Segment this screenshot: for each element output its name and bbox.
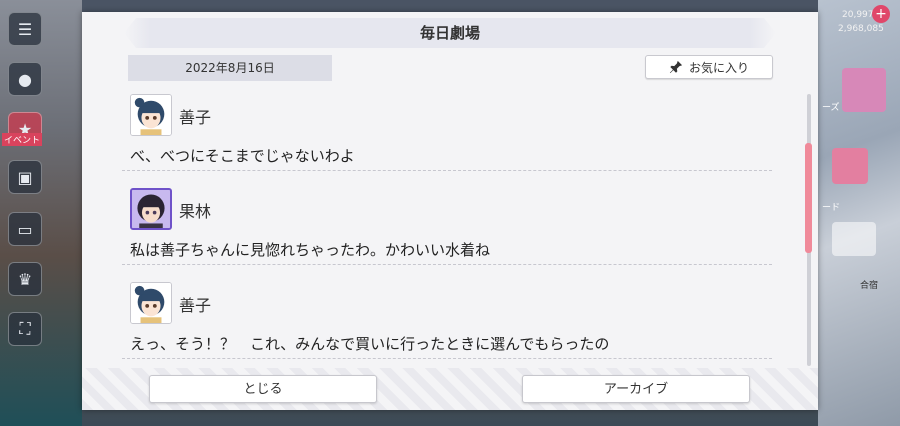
date-label: 2022年8月16日 xyxy=(128,55,332,81)
pin-icon xyxy=(669,60,683,74)
add-currency-button[interactable]: + xyxy=(872,5,890,23)
message-item: 善子 えっ、そう！？ これ、みんなで買いに行ったときに選んでもらったの xyxy=(122,280,772,370)
left-sidebar: ☰ ● ★ イベント ▣ ▭ ♛ ⛶ xyxy=(0,0,82,426)
yoshiko-avatar xyxy=(130,94,172,136)
event-banner[interactable] xyxy=(842,68,886,112)
message-item: 果林 私は善子ちゃんに見惚れちゃったわ。かわいい水着ね xyxy=(122,186,772,280)
message-divider xyxy=(122,170,772,171)
menu-icon[interactable]: ☰ xyxy=(8,12,42,46)
event-tag: イベント xyxy=(2,133,43,146)
right-panel: 20,997 2,968,085 ーズ ード 合宿 + xyxy=(818,0,900,426)
close-button[interactable]: とじる xyxy=(149,375,377,403)
message-text: えっ、そう！？ これ、みんなで買いに行ったときに選んでもらったの xyxy=(130,335,610,353)
currency-1: 20,997 xyxy=(842,10,874,20)
favorite-button[interactable]: お気に入り xyxy=(645,55,773,79)
yoshiko-avatar xyxy=(130,282,172,324)
speaker-name: 善子 xyxy=(179,108,212,127)
message-divider xyxy=(122,358,772,359)
gift-icon[interactable]: ▣ xyxy=(8,160,42,194)
chat-icon[interactable]: ● xyxy=(8,62,42,96)
fullscreen-icon[interactable]: ⛶ xyxy=(8,312,42,346)
shoe-tile[interactable] xyxy=(832,222,876,256)
right-tag-3: 合宿 xyxy=(860,281,879,291)
daily-theater-dialog: 毎日劇場 2022年8月16日 お気に入り 善子 べ、べつにそこまでじゃないわよ… xyxy=(82,12,818,410)
archive-button[interactable]: アーカイブ xyxy=(522,375,750,403)
currency-2: 2,968,085 xyxy=(838,24,884,34)
trophy-icon[interactable]: ♛ xyxy=(8,262,42,296)
right-tag-1: ーズ xyxy=(822,103,840,113)
screen-icon[interactable]: ▭ xyxy=(8,212,42,246)
heart-tile[interactable] xyxy=(832,148,868,184)
karin-avatar xyxy=(130,188,172,230)
message-text: べ、べつにそこまでじゃないわよ xyxy=(130,147,355,165)
dialog-title: 毎日劇場 xyxy=(419,24,480,42)
message-divider xyxy=(122,264,772,265)
right-tag-2: ード xyxy=(822,203,841,213)
scrollbar-thumb[interactable] xyxy=(805,143,812,253)
favorite-label: お気に入り xyxy=(688,60,749,75)
speaker-name: 果林 xyxy=(179,202,212,221)
speaker-name: 善子 xyxy=(179,296,212,315)
message-text: 私は善子ちゃんに見惚れちゃったわ。かわいい水着ね xyxy=(130,241,491,259)
message-list[interactable]: 善子 べ、べつにそこまでじゃないわよ 果林 私は善子ちゃんに見惚れちゃったわ。か… xyxy=(122,92,772,370)
message-item: 善子 べ、べつにそこまでじゃないわよ xyxy=(122,92,772,186)
